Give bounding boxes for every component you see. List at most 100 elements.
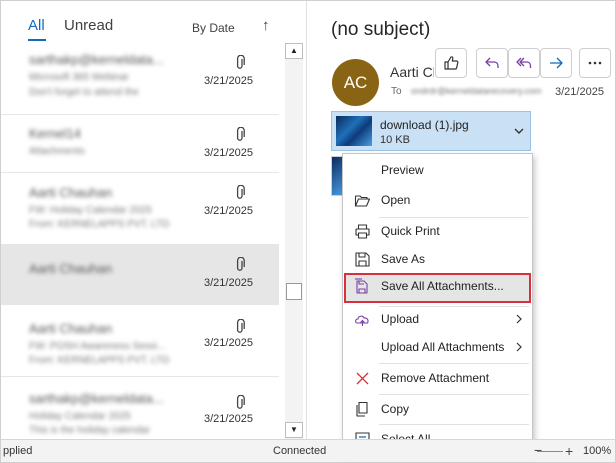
zoom-out-button[interactable]: − [534, 442, 542, 458]
attachment-context-menu: Preview Open Quick Print Save As Save Al… [342, 153, 533, 455]
menu-item-quick-print[interactable]: Quick Print [344, 218, 531, 244]
paperclip-icon [236, 127, 245, 141]
forward-button[interactable] [540, 48, 572, 78]
message-item[interactable]: sarthakp@kerneldata... Microsoft 365 Web… [1, 41, 279, 115]
menu-item-label: Save All Attachments... [381, 279, 504, 293]
message-date: 3/21/2025 [204, 147, 253, 159]
reply-all-icon [516, 57, 532, 68]
message-item[interactable]: Aarti Chauhan FW: POSH Awareness Sessi..… [1, 305, 279, 377]
message-preview: From: KERNELAPPS PVT. LTD [29, 355, 170, 366]
menu-item-remove-attachment[interactable]: Remove Attachment [344, 365, 531, 391]
more-actions-button[interactable] [579, 48, 611, 78]
menu-item-label: Upload All Attachments [381, 340, 505, 354]
message-date: 3/21/2025 [204, 75, 253, 87]
menu-item-save-all-attachments[interactable]: Save All Attachments... [344, 273, 531, 303]
menu-item-label: Copy [381, 402, 410, 416]
message-date: 3/21/2025 [204, 277, 253, 289]
menu-item-upload[interactable]: Upload [344, 306, 531, 332]
message-sender: sarthakp@kerneldata... [29, 391, 164, 406]
preview-icon [354, 162, 371, 179]
sort-direction-icon[interactable]: ↑ [262, 17, 270, 34]
copy-icon [356, 401, 368, 417]
scroll-up-button[interactable]: ▲ [285, 43, 303, 59]
outlook-window: All Unread By Date ↑ sarthakp@kerneldata… [0, 0, 616, 463]
attachment-size: 10 KB [380, 134, 410, 146]
message-item[interactable]: Aarti Chauhan FW: Holiday Calendar 2025 … [1, 173, 279, 245]
like-button[interactable] [435, 48, 467, 78]
paperclip-icon [236, 257, 245, 271]
chevron-right-icon [516, 314, 522, 324]
chevron-down-icon[interactable] [512, 124, 526, 138]
tab-all[interactable]: All [28, 17, 45, 34]
scroll-down-button[interactable]: ▼ [285, 422, 303, 438]
like-icon [444, 56, 459, 70]
to-label: To [391, 86, 402, 97]
reply-button[interactable] [476, 48, 508, 78]
menu-separator [379, 394, 529, 395]
remove-icon [356, 372, 369, 385]
message-subject: FW: Holiday Calendar 2025 [29, 205, 152, 216]
upload-icon [355, 315, 369, 326]
message-subject: FW: POSH Awareness Sessi... [29, 341, 166, 352]
menu-separator [379, 424, 529, 425]
message-subject: Attachments [29, 146, 85, 157]
menu-item-copy[interactable]: Copy [344, 396, 531, 422]
message-subject: Microsoft 365 Webinar [29, 72, 129, 83]
message-list-scrollbar[interactable]: ▲ ▼ [285, 43, 303, 439]
menu-item-label: Preview [381, 163, 424, 177]
menu-item-label: Quick Print [381, 224, 440, 238]
menu-item-label: Open [381, 193, 411, 207]
message-subject: Holiday Calendar 2025 [29, 411, 131, 422]
menu-item-save-as[interactable]: Save As [344, 246, 531, 272]
save-all-icon [355, 278, 368, 294]
printer-icon [355, 224, 370, 239]
status-connection: Connected [273, 445, 327, 457]
reply-all-button[interactable] [508, 48, 540, 78]
forward-icon [550, 57, 563, 69]
tab-unread[interactable]: Unread [64, 17, 113, 34]
message-subject-title: (no subject) [331, 19, 431, 40]
zoom-slider[interactable] [537, 451, 563, 452]
zoom-in-button[interactable]: + [565, 443, 573, 459]
message-list-pane: All Unread By Date ↑ sarthakp@kerneldata… [1, 1, 307, 439]
zoom-level[interactable]: 100% [583, 445, 611, 457]
message-sender: Aarti Chauhan [29, 261, 113, 276]
sort-by-button[interactable]: By Date [192, 21, 235, 35]
message-item[interactable]: Kernel14 Attachments 3/21/2025 [1, 115, 279, 173]
avatar[interactable]: AC [332, 59, 379, 106]
attachment-card[interactable]: download (1).jpg 10 KB [331, 111, 531, 151]
received-date: 3/21/2025 [555, 86, 604, 98]
message-items: sarthakp@kerneldata... Microsoft 365 Web… [1, 41, 279, 439]
message-item-selected[interactable]: Aarti Chauhan 3/21/2025 [1, 245, 279, 305]
more-icon [588, 61, 602, 65]
menu-item-preview[interactable]: Preview [344, 157, 531, 183]
to-recipient[interactable]: ondrdr@kerneldatarecovery.com [411, 86, 559, 96]
sender-name[interactable]: Aarti Chauhan [390, 64, 434, 80]
menu-separator [379, 363, 529, 364]
scroll-thumb[interactable] [286, 283, 302, 300]
save-as-icon [355, 252, 370, 267]
message-sender: Aarti Chauhan [29, 321, 113, 336]
message-sender: Kernel14 [29, 126, 82, 141]
message-item[interactable]: sarthakp@kerneldata... Holiday Calendar … [1, 377, 279, 439]
message-sender: Aarti Chauhan [29, 185, 113, 200]
message-date: 3/21/2025 [204, 205, 253, 217]
paperclip-icon [236, 395, 245, 409]
open-folder-icon [354, 195, 371, 207]
paperclip-icon [236, 185, 245, 199]
menu-item-label: Remove Attachment [381, 371, 490, 385]
list-filter-bar: All Unread By Date ↑ [1, 1, 307, 41]
reply-icon [485, 57, 499, 68]
menu-item-open[interactable]: Open [344, 187, 531, 213]
status-filter-applied: pplied [3, 445, 33, 457]
menu-item-label: Save As [381, 252, 426, 266]
message-date: 3/21/2025 [204, 337, 253, 349]
attachment-name: download (1).jpg [380, 118, 469, 132]
menu-item-upload-all-attachments[interactable]: Upload All Attachments [344, 334, 531, 360]
message-preview: From: KERNELAPPS PVT. LTD [29, 219, 170, 230]
message-sender: sarthakp@kerneldata... [29, 52, 164, 67]
message-date: 3/21/2025 [204, 413, 253, 425]
paperclip-icon [236, 319, 245, 333]
paperclip-icon [236, 55, 245, 69]
message-preview: This is the holiday calendar [29, 425, 151, 436]
